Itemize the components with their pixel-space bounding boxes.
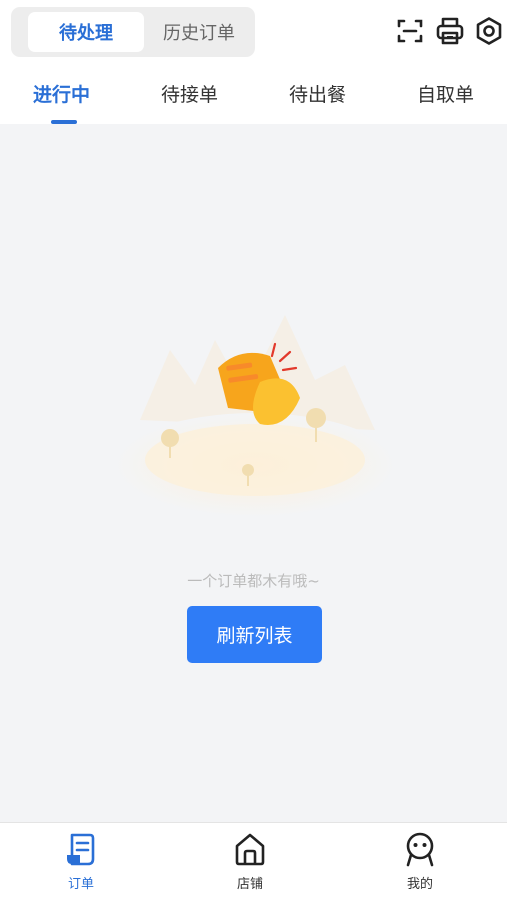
- refresh-list-button[interactable]: 刷新列表: [187, 606, 322, 663]
- order-icon: [67, 833, 95, 866]
- empty-orders-illustration: [115, 315, 395, 517]
- nav-item-profile[interactable]: 我的: [360, 831, 480, 897]
- order-tabs: 进行中 待接单 待出餐 自取单: [0, 72, 507, 120]
- nav-item-orders[interactable]: 订单: [21, 831, 141, 897]
- order-status-segment: 待处理 历史订单: [11, 7, 255, 57]
- scan-icon[interactable]: [395, 16, 425, 46]
- active-tab-indicator: [51, 120, 77, 124]
- nav-label-profile: 我的: [406, 877, 433, 892]
- tab-awaiting-meal[interactable]: 待出餐: [289, 80, 346, 107]
- profile-icon: [406, 832, 434, 867]
- bottom-navigation: 订单 店铺 我的: [0, 822, 507, 901]
- segment-history-orders[interactable]: 历史订单: [141, 12, 257, 52]
- nav-label-store: 店铺: [236, 877, 263, 892]
- settings-icon[interactable]: [474, 16, 504, 46]
- top-header: 待处理 历史订单 进行中 待接单 待出餐 自取单: [0, 0, 507, 124]
- tab-in-progress[interactable]: 进行中: [33, 80, 90, 107]
- nav-label-orders: 订单: [67, 877, 94, 892]
- segment-pending[interactable]: 待处理: [28, 12, 144, 52]
- printer-icon[interactable]: [435, 16, 465, 46]
- store-icon: [235, 833, 265, 866]
- tab-awaiting-accept[interactable]: 待接单: [161, 80, 218, 107]
- empty-message: 一个订单都木有哦~: [187, 572, 320, 590]
- tab-self-pickup[interactable]: 自取单: [417, 80, 474, 107]
- nav-item-store[interactable]: 店铺: [190, 831, 310, 897]
